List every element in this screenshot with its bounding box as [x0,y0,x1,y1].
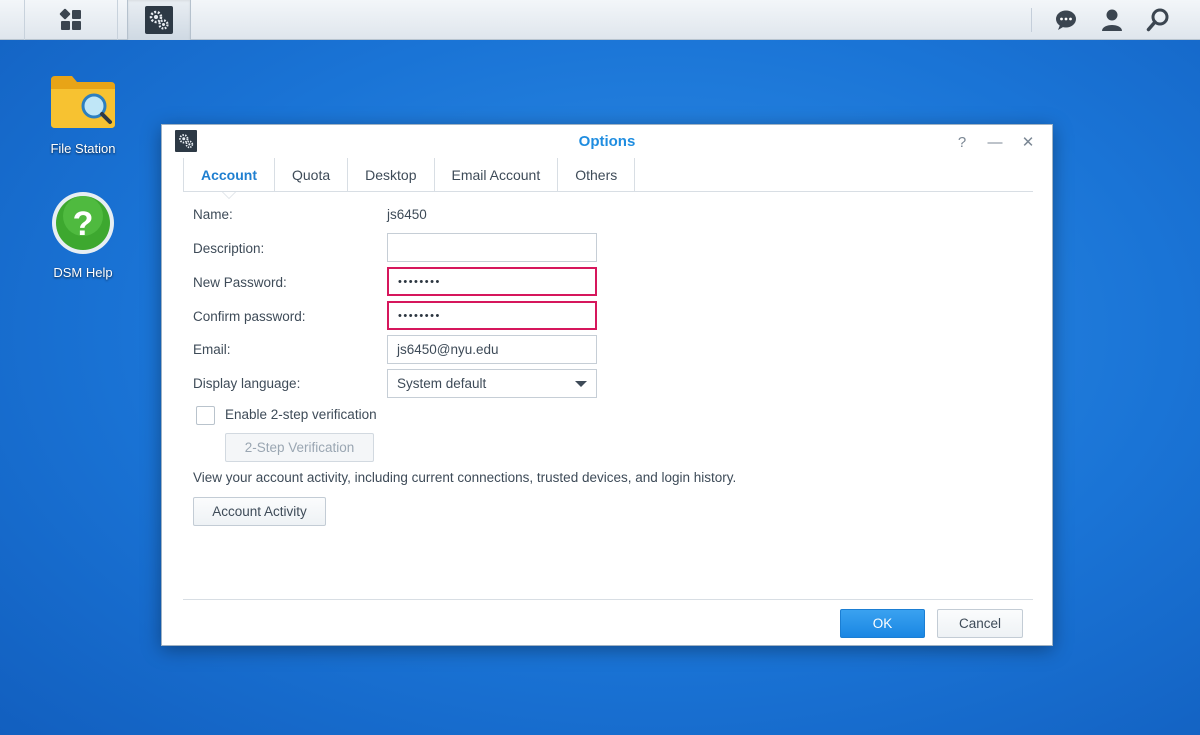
name-label: Name: [193,207,233,222]
help-icon: ? [52,192,114,254]
main-menu-icon [59,8,81,30]
minimize-icon: — [987,133,1003,151]
ok-button[interactable]: OK [840,609,925,638]
confirm-password-input[interactable]: •••••••• [387,301,597,330]
display-language-label: Display language: [193,376,301,391]
desktop-icon-dsm-help[interactable]: ? DSM Help [33,190,133,280]
new-password-value: •••••••• [398,275,441,288]
two-step-checkbox[interactable] [196,406,215,425]
user-icon [1102,9,1122,31]
confirm-password-label: Confirm password: [193,309,306,324]
taskbar-separator [1031,8,1032,32]
tab-email-account[interactable]: Email Account [435,158,559,191]
help-button[interactable]: ? [951,131,973,153]
cancel-button[interactable]: Cancel [937,609,1023,638]
account-activity-button[interactable]: Account Activity [193,497,326,526]
footer-divider [183,599,1033,600]
search-button[interactable] [1135,0,1181,40]
chevron-down-icon [575,380,587,387]
main-menu-button[interactable] [24,0,118,40]
tab-bar: Account Quota Desktop Email Account Othe… [183,158,1033,199]
window-title: Options [578,133,636,150]
search-icon [1146,8,1169,32]
new-password-label: New Password: [193,275,287,290]
account-activity-description: View your account activity, including cu… [193,470,737,485]
chat-icon [1056,10,1076,30]
tab-desktop[interactable]: Desktop [348,158,435,191]
confirm-password-value: •••••••• [398,309,441,322]
tab-quota[interactable]: Quota [275,158,349,191]
description-input[interactable] [387,233,597,262]
desktop-icon-file-station[interactable]: File Station [33,72,133,156]
notifications-button[interactable] [1043,0,1089,40]
options-window: Options ? — ✕ Account Quota Desktop Emai… [161,124,1053,646]
taskbar [0,0,1200,40]
email-label: Email: [193,342,231,357]
control-panel-gear-icon [145,6,173,34]
user-button[interactable] [1089,0,1135,40]
display-language-select[interactable]: System default [387,369,597,398]
desktop-icon-label: File Station [50,141,116,156]
two-step-verification-button[interactable]: 2-Step Verification [225,433,374,462]
tab-account[interactable]: Account [183,158,275,199]
tab-others[interactable]: Others [558,158,636,191]
help-icon: ? [957,133,967,151]
taskbar-control-panel-button[interactable] [127,0,191,40]
folder-search-icon [51,76,115,128]
display-language-value: System default [397,376,487,391]
two-step-checkbox-label[interactable]: Enable 2-step verification [225,407,377,422]
close-button[interactable]: ✕ [1017,131,1039,153]
svg-text:?: ? [73,205,94,243]
email-input[interactable]: js6450@nyu.edu [387,335,597,364]
desktop-icon-label: DSM Help [53,265,113,280]
minimize-button[interactable]: — [984,131,1006,153]
window-titlebar[interactable]: Options ? — ✕ [162,125,1052,159]
name-value: js6450 [387,207,427,222]
close-icon: ✕ [1021,134,1035,151]
description-label: Description: [193,241,265,256]
new-password-input[interactable]: •••••••• [387,267,597,296]
